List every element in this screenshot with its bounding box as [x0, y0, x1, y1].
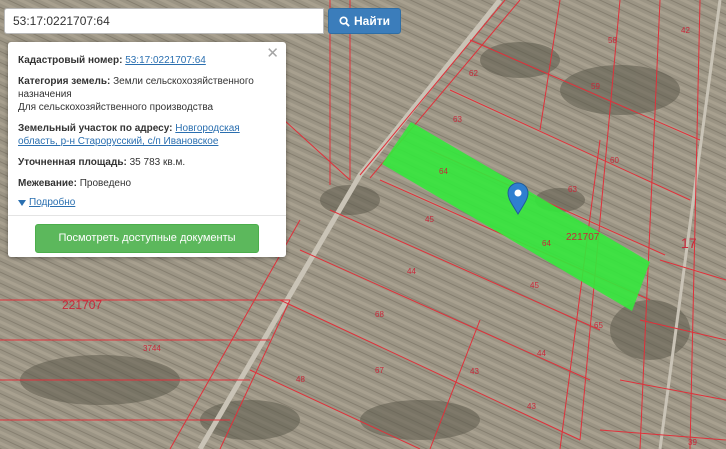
parcel-label: 42 [681, 26, 690, 35]
parcel-label: 64 [542, 239, 551, 248]
parcel-label: 64 [439, 167, 448, 176]
close-icon[interactable]: ✕ [266, 46, 279, 61]
survey-label: Межевание: [18, 178, 77, 189]
parcel-label: 68 [375, 310, 384, 319]
parcel-label: 63 [453, 115, 462, 124]
view-documents-button[interactable]: Посмотреть доступные документы [35, 224, 259, 253]
category-label: Категория земель: [18, 76, 111, 87]
divider [8, 215, 286, 216]
parcel-label: 221707 [62, 298, 102, 312]
parcel-label: 44 [537, 349, 546, 358]
survey-row: Межевание: Проведено [18, 177, 276, 190]
parcel-label: 59 [591, 82, 600, 91]
cadastral-label: Кадастровый номер: [18, 55, 123, 66]
parcel-info-popup: ✕ Кадастровый номер: 53:17:0221707:64 Ка… [8, 42, 286, 257]
survey-value: Проведено [79, 178, 132, 189]
search-bar: Найти [4, 8, 401, 34]
parcel-label: 62 [469, 69, 478, 78]
parcel-label: 45 [425, 215, 434, 224]
parcel-label: 221707 [566, 232, 600, 243]
parcel-label: 48 [296, 375, 305, 384]
cadastral-row: Кадастровый номер: 53:17:0221707:64 [18, 54, 276, 67]
parcel-label: 3744 [143, 344, 161, 353]
search-button[interactable]: Найти [328, 8, 401, 34]
parcel-label: 43 [527, 402, 536, 411]
category-use: Для сельскохозяйственного производства [18, 102, 214, 113]
parcel-label: 60 [610, 156, 619, 165]
details-toggle[interactable]: Подробно [18, 196, 276, 209]
parcel-label: 17 [681, 235, 697, 251]
parcel-label: 63 [568, 185, 577, 194]
parcel-label: 58 [608, 36, 617, 45]
details-link[interactable]: Подробно [29, 196, 75, 209]
area-row: Уточненная площадь: 35 783 кв.м. [18, 156, 276, 169]
search-icon [339, 15, 350, 27]
search-input[interactable] [4, 8, 324, 34]
parcel-label: 44 [407, 267, 416, 276]
address-label: Земельный участок по адресу: [18, 123, 173, 134]
parcel-label: 67 [375, 366, 384, 375]
parcel-label: 65 [594, 321, 603, 330]
parcel-label: 43 [470, 367, 479, 376]
parcel-label: 45 [530, 281, 539, 290]
area-value: 35 783 кв.м. [129, 157, 186, 168]
area-label: Уточненная площадь: [18, 157, 127, 168]
parcel-label: 39 [688, 438, 697, 447]
category-row: Категория земель: Земли сельскохозяйстве… [18, 75, 276, 114]
address-row: Земельный участок по адресу: Новгородска… [18, 122, 276, 148]
triangle-down-icon [18, 199, 26, 206]
cadastral-link[interactable]: 53:17:0221707:64 [125, 55, 206, 66]
search-button-label: Найти [354, 14, 390, 28]
